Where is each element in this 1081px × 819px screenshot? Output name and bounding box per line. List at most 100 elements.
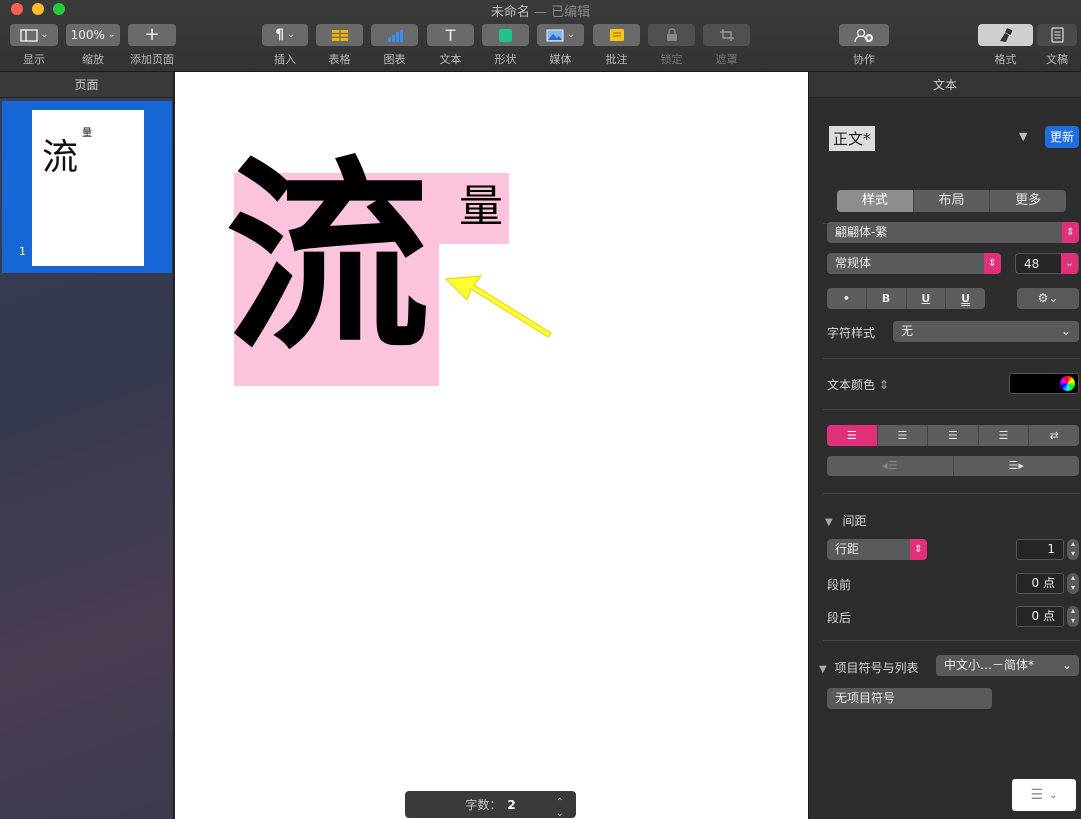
- line-spacing-field[interactable]: 1: [1016, 539, 1064, 560]
- spacing-section-header[interactable]: ▼ 间距: [825, 512, 867, 529]
- document-tool[interactable]: 文稿: [1037, 24, 1077, 67]
- text-button[interactable]: T: [427, 24, 474, 46]
- bold-button[interactable]: B: [867, 288, 907, 309]
- table-tool[interactable]: 表格: [316, 24, 363, 67]
- format-label: 格式: [994, 53, 1017, 66]
- stepper-icon: ⌃ ⌄: [555, 797, 564, 819]
- lock-button[interactable]: [648, 24, 695, 46]
- update-style-button[interactable]: 更新: [1045, 126, 1079, 148]
- font-family-select[interactable]: 翩翩体-繁 ⇕: [827, 222, 1079, 243]
- decrease-indent-button[interactable]: ◂☰: [827, 456, 954, 476]
- tab-more[interactable]: 更多: [990, 190, 1066, 212]
- char-style-label: 字符样式: [827, 326, 876, 340]
- zoom-value: 100%: [70, 28, 105, 42]
- collaborate-tool[interactable]: 协作: [839, 24, 889, 67]
- text-direction-button[interactable]: ⇄: [1029, 425, 1079, 446]
- line-spacing-mode-select[interactable]: 行距 ⇕: [827, 539, 927, 560]
- spacing-header-text: 间距: [842, 514, 867, 528]
- align-left-button[interactable]: ☰: [827, 425, 878, 446]
- font-weight-value: 常规体: [835, 256, 872, 270]
- comment-tool[interactable]: 批注: [593, 24, 640, 67]
- zoom-tool[interactable]: 100% ⌄ 缩放: [66, 24, 120, 67]
- divider: [823, 493, 1081, 494]
- char-style-select[interactable]: 无 ⌄: [893, 321, 1079, 342]
- align-center-button[interactable]: ☰: [878, 425, 929, 446]
- shape-button[interactable]: [482, 24, 529, 46]
- text-label: 文本: [439, 53, 462, 66]
- paragraph-style-name[interactable]: 正文*: [829, 126, 875, 151]
- add-page-button[interactable]: +: [128, 24, 176, 46]
- updown-icon: ⇕: [878, 378, 889, 392]
- indent-icon: ☰▸: [1008, 459, 1024, 472]
- table-button[interactable]: [316, 24, 363, 46]
- zoom-label: 缩放: [82, 53, 104, 66]
- add-page-tool[interactable]: + 添加页面: [128, 24, 176, 67]
- media-tool[interactable]: ⌄ 媒体: [537, 24, 584, 67]
- color-wheel-icon[interactable]: [1060, 376, 1075, 391]
- media-button[interactable]: ⌄: [537, 24, 584, 46]
- chart-button[interactable]: [371, 24, 418, 46]
- collaborate-button[interactable]: [839, 24, 889, 46]
- space-before-field[interactable]: 0 点: [1016, 573, 1064, 594]
- thumbnail-big-char: 流: [42, 137, 79, 178]
- bullet-type-select[interactable]: 无项目符号: [827, 688, 992, 709]
- font-weight-select[interactable]: 常规体 ⇕: [827, 253, 1001, 274]
- shape-tool[interactable]: 形状: [482, 24, 529, 67]
- chevron-down-icon: ⌄: [1060, 324, 1071, 338]
- format-button[interactable]: [978, 24, 1033, 46]
- insert-button[interactable]: ¶ ⌄: [262, 24, 308, 46]
- disclosure-triangle-icon: ▼: [825, 517, 833, 528]
- crop-icon: [719, 29, 734, 41]
- text-color-well[interactable]: [1009, 373, 1079, 394]
- space-before-stepper[interactable]: ▴ ▾: [1067, 573, 1079, 594]
- document-canvas[interactable]: 流 量 字数： 2 ⌃ ⌄: [175, 72, 808, 819]
- window-title: 未命名 — 已编辑: [0, 1, 1081, 20]
- list-preview-button[interactable]: ☰ ⌄: [1012, 779, 1076, 811]
- media-label: 媒体: [549, 53, 572, 66]
- insert-tool[interactable]: ¶ ⌄ 插入: [262, 24, 308, 67]
- bullet-format-button[interactable]: •: [827, 288, 867, 309]
- font-size-value: 48: [1024, 257, 1040, 271]
- tab-style[interactable]: 样式: [837, 190, 914, 212]
- view-button[interactable]: ⌄: [10, 24, 58, 46]
- mask-tool[interactable]: 遮罩: [703, 24, 750, 67]
- word-count-control[interactable]: 字数： 2 ⌃ ⌄: [405, 791, 576, 819]
- comment-button[interactable]: [593, 24, 640, 46]
- format-tool[interactable]: 格式: [978, 24, 1033, 67]
- large-character[interactable]: 流: [225, 157, 430, 362]
- justify-icon: ☰: [998, 429, 1009, 442]
- paintbrush-icon: [999, 27, 1012, 42]
- tab-layout[interactable]: 布局: [914, 190, 991, 212]
- font-size-field[interactable]: 48 ⌄: [1015, 253, 1079, 274]
- justify-button[interactable]: ☰: [979, 425, 1030, 446]
- lines-icon: ☰: [1030, 787, 1044, 803]
- double-underline-button[interactable]: U: [946, 288, 985, 309]
- text-color-label: 文本颜色 ⇕: [827, 376, 889, 393]
- text-inspector-tabs: 样式 布局 更多: [837, 190, 1066, 212]
- line-spacing-stepper[interactable]: ▴ ▾: [1067, 539, 1079, 560]
- space-after-field[interactable]: 0 点: [1016, 606, 1064, 627]
- add-page-label: 添加页面: [130, 53, 174, 66]
- person-add-icon: [854, 28, 873, 42]
- chart-tool[interactable]: 图表: [371, 24, 418, 67]
- triangle-down-icon[interactable]: ▼: [1019, 130, 1027, 143]
- gear-icon: ⚙⌄: [1037, 291, 1059, 305]
- image-icon: [546, 29, 564, 41]
- zoom-select[interactable]: 100% ⌄: [66, 24, 120, 46]
- underline-button[interactable]: U: [907, 288, 947, 309]
- bullets-section-header[interactable]: ▼ 项目符号与列表: [819, 659, 919, 676]
- bar-chart-icon: [387, 29, 403, 42]
- page-thumbnail-1[interactable]: 流 量 1: [2, 101, 172, 273]
- text-options-button[interactable]: ⚙⌄: [1017, 288, 1079, 309]
- align-right-button[interactable]: ☰: [928, 425, 979, 446]
- view-tool[interactable]: ⌄ 显示: [10, 24, 58, 67]
- document-button[interactable]: [1037, 24, 1077, 46]
- lock-tool[interactable]: 锁定: [648, 24, 695, 67]
- text-tool[interactable]: T 文本: [427, 24, 474, 67]
- small-character[interactable]: 量: [459, 185, 503, 229]
- thumbnail-page: 流 量: [32, 110, 144, 266]
- space-after-stepper[interactable]: ▴ ▾: [1067, 606, 1079, 627]
- increase-indent-button[interactable]: ☰▸: [954, 456, 1080, 476]
- mask-button[interactable]: [703, 24, 750, 46]
- list-style-select[interactable]: 中文小…－简体* ⌄: [936, 655, 1079, 676]
